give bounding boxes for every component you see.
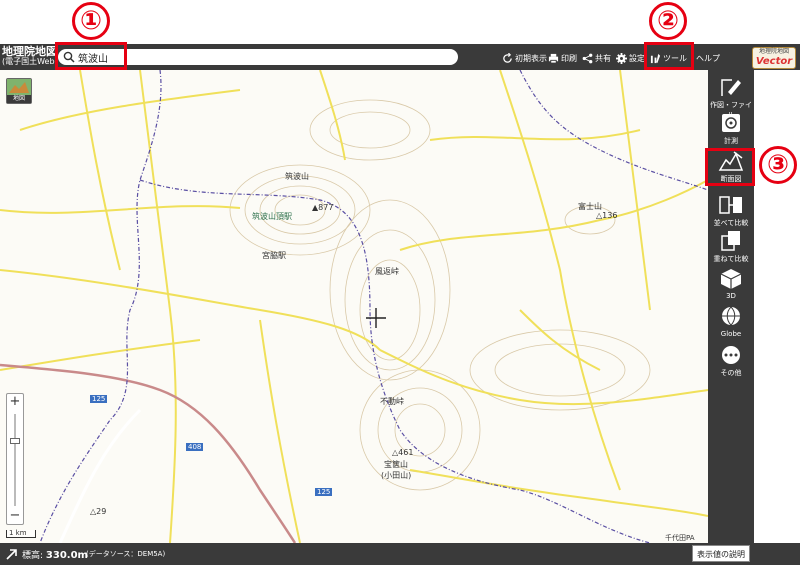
map-label: △29	[90, 507, 107, 516]
elevation-prefix: 標高:	[22, 551, 44, 561]
print-label: 印刷	[561, 53, 577, 63]
print-button[interactable]: 印刷	[548, 50, 577, 66]
map-label: 不動峠	[380, 397, 404, 406]
gear-icon	[616, 52, 627, 64]
zoom-control: + −	[6, 393, 24, 525]
zoom-out-button[interactable]: −	[7, 508, 23, 524]
help-button[interactable]: ヘルプ	[696, 50, 720, 66]
map-label: 筑波山頂駅	[252, 212, 292, 221]
app-logo[interactable]: 地理院地図 (電子国土Web)	[2, 46, 60, 68]
vector-badge-small: 地理院地図	[758, 48, 789, 55]
sidepanel-label: 並べて比較	[713, 219, 749, 227]
sidepanel-label: Globe	[720, 330, 742, 338]
share-icon	[582, 53, 593, 63]
annotation-box-tool	[644, 42, 694, 70]
map-label: △136	[596, 211, 618, 220]
vector-map-badge[interactable]: 地理院地図 Vector	[752, 47, 796, 69]
display-value-explain-button[interactable]: 表示値の説明	[692, 545, 750, 562]
map-label: 宮脇駅	[262, 251, 286, 260]
annotation-number-1: ①	[72, 2, 110, 40]
map-label: 風返峠	[375, 267, 399, 276]
layer-button[interactable]: 地図	[6, 78, 32, 104]
elevation-value: 330.0m	[45, 550, 88, 561]
vector-badge-big: Vector	[755, 56, 793, 67]
route-shield: 408	[186, 443, 204, 451]
side-tool-panel: 作図・ファイル 計測 断面図 並べて比較 重ねて比較 3D Globe その他	[708, 70, 754, 543]
sidepanel-label: 計測	[724, 137, 738, 145]
sidepanel-label: 3D	[726, 292, 736, 300]
side-by-side-icon	[719, 196, 742, 214]
annotation-number-3: ③	[759, 146, 797, 184]
arrow-icon	[6, 549, 17, 560]
annotation-number-2: ②	[649, 2, 687, 40]
scale-bar: 1 km	[6, 530, 36, 538]
share-button[interactable]: 共有	[582, 50, 611, 66]
sidepanel-label: 重ねて比較	[713, 255, 749, 263]
map-canvas[interactable]: 筑波山 ▲877 筑波山頂駅 宮脇駅 風返峠 富士山 △136 不動峠 宝篋山 …	[0, 70, 708, 543]
sidepanel-item-3d[interactable]: 3D	[710, 268, 752, 300]
sidepanel-item-globe[interactable]: Globe	[710, 306, 752, 338]
sidepanel-item-side-by-side[interactable]: 並べて比較	[710, 194, 752, 228]
annotation-box-search	[55, 42, 127, 70]
globe-icon	[722, 306, 740, 326]
sidepanel-item-overlay[interactable]: 重ねて比較	[710, 230, 752, 264]
route-shield: 125	[90, 395, 108, 403]
data-source: (データソース：DEM5A)	[86, 550, 166, 558]
pencil-icon	[721, 79, 741, 96]
measure-icon	[722, 114, 740, 132]
cube-icon	[720, 269, 742, 289]
status-bar: 標高: 330.0m (データソース：DEM5A) 表示値の説明	[0, 543, 800, 565]
reset-view-label: 初期表示	[515, 53, 547, 63]
logo-subtitle: (電子国土Web)	[2, 57, 58, 66]
overlay-icon	[721, 231, 740, 251]
map-label: 千代田PA	[665, 534, 695, 542]
route-shield: 125	[315, 488, 333, 496]
print-icon	[548, 53, 559, 64]
map-label: 宝篋山	[384, 460, 408, 469]
sidepanel-item-more[interactable]: その他	[710, 344, 752, 378]
annotation-box-profile	[705, 148, 755, 186]
map-graphics	[0, 70, 708, 543]
settings-button[interactable]: 設定	[616, 50, 645, 66]
settings-label: 設定	[629, 53, 645, 63]
layer-button-label: 地図	[7, 95, 31, 103]
map-label: △461	[392, 448, 414, 457]
help-label: ヘルプ	[696, 53, 720, 63]
logo-title: 地理院地図	[2, 45, 57, 58]
sidepanel-item-measure[interactable]: 計測	[710, 112, 752, 146]
zoom-in-button[interactable]: +	[7, 394, 23, 410]
zoom-slider-handle[interactable]	[10, 438, 20, 444]
more-icon	[722, 346, 740, 364]
elevation-readout: 標高: 330.0m	[22, 548, 88, 561]
share-label: 共有	[595, 53, 611, 63]
map-label: (小田山)	[381, 471, 412, 480]
reset-view-button[interactable]: 初期表示	[502, 50, 547, 66]
zoom-slider-track[interactable]	[14, 414, 16, 506]
map-label: ▲877	[312, 203, 334, 212]
sidepanel-label: その他	[720, 369, 742, 377]
map-label: 筑波山	[285, 172, 309, 181]
refresh-icon	[503, 52, 512, 63]
